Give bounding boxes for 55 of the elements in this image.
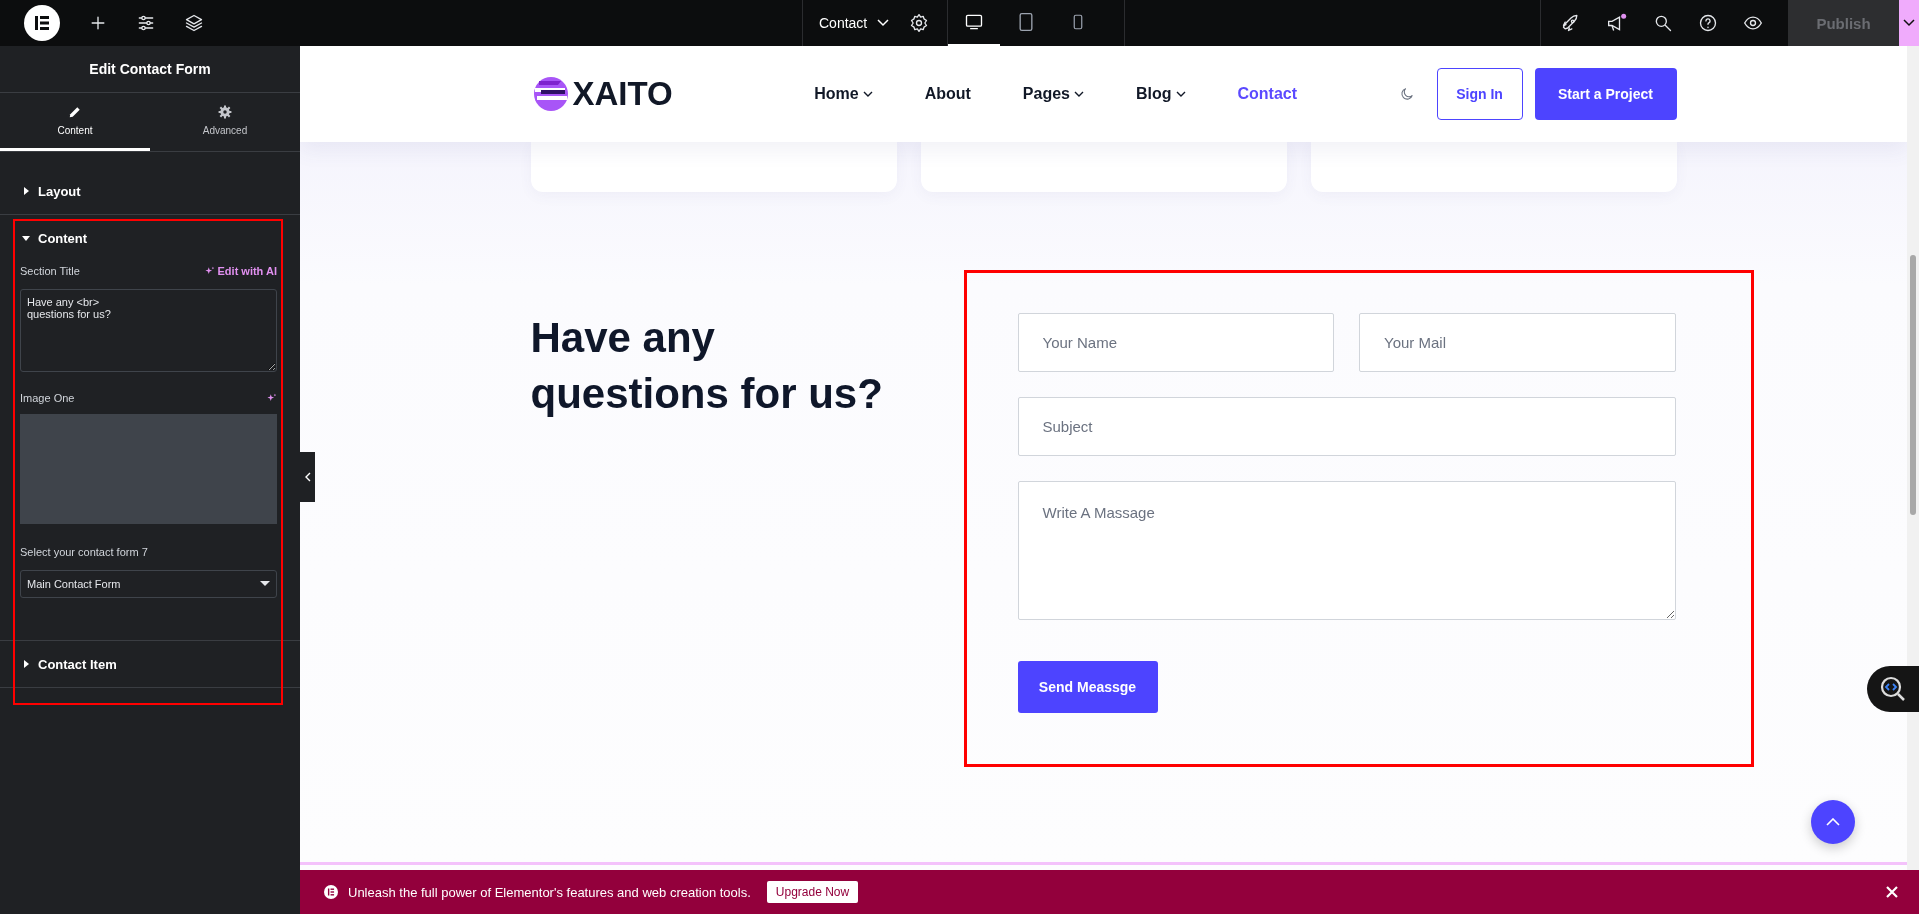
section-header[interactable]: Contact Item bbox=[0, 641, 300, 687]
gear-icon bbox=[218, 105, 232, 119]
chevron-icon bbox=[1903, 19, 1915, 27]
sparkle-icon[interactable] bbox=[267, 393, 277, 403]
scrollbar-thumb[interactable] bbox=[1910, 255, 1916, 515]
caret-icon bbox=[260, 581, 270, 587]
moon-icon[interactable] bbox=[1398, 86, 1415, 102]
nav-link[interactable]: Contact bbox=[1237, 85, 1298, 103]
text-field[interactable]: Your Name bbox=[1017, 313, 1334, 372]
contact-form-select[interactable]: Main Contact Form bbox=[20, 570, 277, 598]
text-field[interactable]: Subject bbox=[1017, 397, 1676, 456]
section-header[interactable]: Layout bbox=[0, 168, 300, 214]
collapse-panel-handle[interactable] bbox=[300, 452, 315, 502]
field-label: Select your contact form 7 bbox=[20, 546, 148, 558]
section-header[interactable]: Content bbox=[0, 215, 300, 261]
panel-tab[interactable]: Content bbox=[0, 93, 150, 151]
nav-link[interactable]: Blog bbox=[1135, 85, 1186, 103]
code-search-button[interactable] bbox=[1867, 666, 1919, 712]
elementor-icon bbox=[324, 885, 338, 899]
section-title-field[interactable]: Have any <br> questions for us? bbox=[20, 289, 277, 372]
field-label: Image One bbox=[20, 392, 75, 404]
edit-with-ai-link[interactable]: Edit with AI bbox=[204, 265, 277, 277]
chevron-up-icon bbox=[1826, 818, 1840, 826]
elementor-logo[interactable] bbox=[24, 5, 60, 41]
sparkle-icon bbox=[204, 266, 215, 276]
nav-link[interactable]: About bbox=[924, 85, 971, 103]
promo-text: Unleash the full power of Elementor's features and web creation tools. bbox=[348, 884, 751, 900]
start-project-button[interactable]: Start a Project bbox=[1534, 68, 1677, 120]
send-button[interactable]: Send Meassge bbox=[1017, 661, 1158, 713]
nav-link[interactable]: Pages bbox=[1022, 85, 1084, 103]
scrollbar[interactable] bbox=[1907, 46, 1919, 870]
search-icon[interactable] bbox=[1653, 13, 1673, 33]
text-field[interactable]: Your Mail bbox=[1359, 313, 1676, 372]
help-icon[interactable] bbox=[1698, 13, 1718, 33]
section-heading: Have any questions for us? bbox=[530, 313, 884, 419]
site-logo[interactable]: XAITO bbox=[572, 75, 673, 113]
nav-link[interactable]: Home bbox=[814, 85, 873, 103]
layers-icon[interactable] bbox=[184, 13, 204, 33]
page-selector[interactable]: Contact bbox=[803, 0, 902, 46]
settings-icon[interactable] bbox=[909, 13, 930, 33]
close-icon[interactable] bbox=[1885, 885, 1899, 899]
section-title: Content bbox=[38, 230, 88, 246]
section-title: Layout bbox=[38, 183, 81, 199]
field-label: Section Title bbox=[20, 265, 80, 277]
megaphone-icon[interactable] bbox=[1606, 13, 1628, 33]
sliders-icon[interactable] bbox=[136, 13, 156, 33]
message-field[interactable]: Write A Massage bbox=[1017, 481, 1676, 620]
pencil-icon bbox=[68, 105, 82, 119]
sign-in-button[interactable]: Sign In bbox=[1436, 68, 1523, 120]
desktop-icon[interactable] bbox=[964, 12, 985, 32]
section-title: Contact Item bbox=[38, 656, 117, 672]
upgrade-button[interactable]: Upgrade Now bbox=[766, 881, 859, 903]
publish-options-button[interactable] bbox=[1899, 0, 1919, 46]
chevron-icon bbox=[877, 19, 890, 27]
panel-tab[interactable]: Advanced bbox=[150, 93, 300, 151]
